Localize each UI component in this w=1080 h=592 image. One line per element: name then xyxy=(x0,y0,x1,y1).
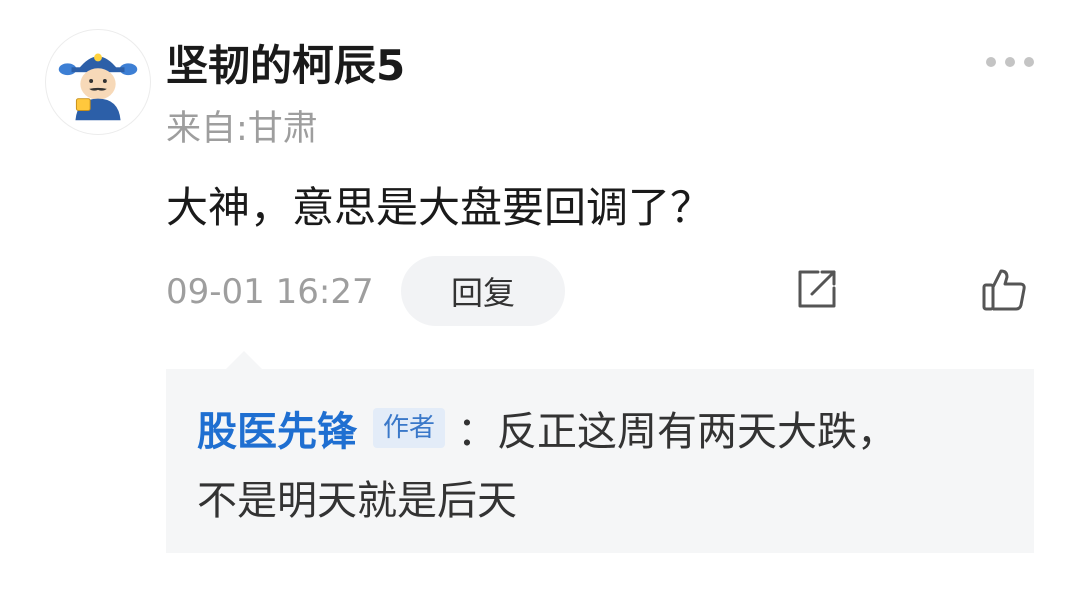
dot xyxy=(986,57,996,67)
username[interactable]: 坚韧的柯辰5 xyxy=(166,38,405,94)
dot xyxy=(1024,57,1034,67)
cartoon-avatar-icon xyxy=(58,53,138,121)
comment-text: 大神，意思是大盘要回调了？ xyxy=(166,183,713,232)
reply-pointer xyxy=(226,351,262,369)
comment-card: 坚韧的柯辰5 来自:甘肃 大神，意思是大盘要回调了？ 09-01 16:27 回… xyxy=(0,0,1080,592)
avatar[interactable] xyxy=(45,29,151,135)
reply-text-continued: 不是明天就是后天 xyxy=(197,478,517,524)
author-badge: 作者 xyxy=(373,408,446,448)
reply-text: ：反正这周有两天大跌， xyxy=(457,409,898,455)
reply-first-line: 股医先锋 作者 ：反正这周有两天大跌， xyxy=(197,400,897,456)
reply-author[interactable]: 股医先锋 xyxy=(197,399,357,457)
reply-button[interactable]: 回复 xyxy=(401,256,565,326)
timestamp: 09-01 16:27 xyxy=(166,272,374,312)
thumbs-up-icon[interactable] xyxy=(980,265,1028,313)
location-label: 来自:甘肃 xyxy=(166,109,318,149)
dot xyxy=(1005,57,1015,67)
more-dots-icon[interactable] xyxy=(986,52,1034,72)
share-icon[interactable] xyxy=(794,266,840,312)
